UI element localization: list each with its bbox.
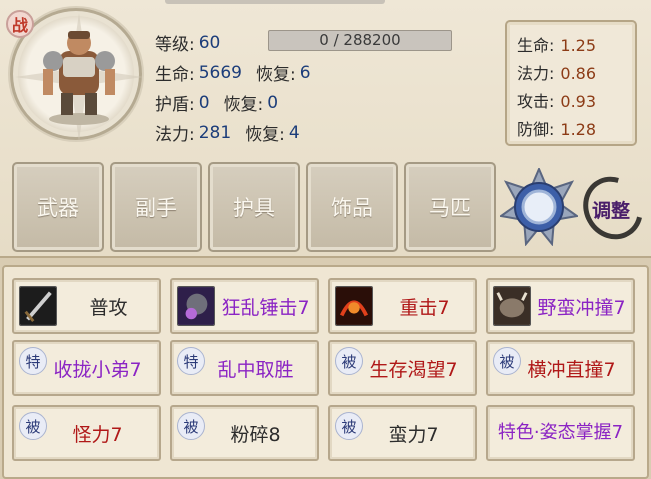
skill-name: 横冲直撞7 (527, 358, 616, 381)
shield-row: 护盾: 0 恢复: 0 (155, 90, 292, 116)
bonus-hp: 生命: 1.25 (517, 32, 596, 56)
top-strip (165, 0, 385, 4)
skill-slot-will-to-survive[interactable]: 被 生存渴望7 (328, 340, 477, 396)
skill-slot-frenzy-hammer[interactable]: 狂乱锤击7 (170, 278, 319, 334)
adjust-button[interactable]: 调整 (571, 165, 651, 251)
bonus-defense-value: 1.28 (560, 120, 597, 139)
medal-icon[interactable] (500, 168, 578, 246)
skill-slot-monstrous-strength[interactable]: 被 怪力7 (12, 405, 161, 461)
hp-value: 5669 (198, 62, 242, 83)
skill-name: 特色·姿态掌握7 (497, 422, 624, 443)
bonus-mp: 法力: 0.86 (517, 60, 596, 84)
bonus-hp-value: 1.25 (560, 36, 597, 55)
mp-regen-value: 4 (288, 122, 300, 143)
skill-name: 生存渴望7 (369, 358, 458, 381)
heavy-strike-icon (335, 286, 373, 326)
skill-slot-gather-minions[interactable]: 特 收拢小弟7 (12, 340, 161, 396)
bonus-mp-label: 法力: (517, 64, 555, 83)
bonus-defense-label: 防御: (517, 120, 555, 139)
skill-name: 乱中取胜 (217, 358, 294, 381)
shield-label: 护盾: (155, 95, 195, 115)
boar-icon (493, 286, 531, 326)
exp-text: 0 / 288200 (319, 31, 401, 49)
equip-armor-button[interactable]: 护具 (208, 162, 300, 252)
skill-name: 收拢小弟7 (53, 358, 142, 381)
bonus-mp-value: 0.86 (560, 64, 597, 83)
skill-panel: 普攻 狂乱锤击7 重击7 野蛮冲撞7 特 收拢小弟7 特 乱中取胜 被 生存渴望… (2, 265, 649, 479)
portrait-frame-icon (15, 13, 143, 141)
level-row: 等级: 60 (155, 30, 234, 56)
skill-name: 野蛮冲撞7 (537, 296, 626, 319)
war-badge: 战 (6, 10, 34, 38)
level-label: 等级: (155, 35, 195, 55)
sword-icon (19, 286, 57, 326)
hp-regen-value: 6 (299, 62, 311, 83)
equip-offhand-button[interactable]: 副手 (110, 162, 202, 252)
mp-value: 281 (198, 122, 232, 143)
skill-slot-rampage[interactable]: 被 横冲直撞7 (486, 340, 635, 396)
skill-name: 蛮力7 (388, 423, 439, 446)
skill-slot-shatter[interactable]: 被 粉碎8 (170, 405, 319, 461)
skill-slot-heavy-strike[interactable]: 重击7 (328, 278, 477, 334)
skill-name: 狂乱锤击7 (221, 296, 310, 319)
skill-slot-win-in-chaos[interactable]: 特 乱中取胜 (170, 340, 319, 396)
character-panel: 战 等级: 60 0 / 288200 生命: 5669 恢复: 6 护盾: 0… (0, 0, 651, 258)
equip-weapon-button[interactable]: 武器 (12, 162, 104, 252)
hp-row: 生命: 5669 恢复: 6 (155, 60, 325, 86)
bonus-attack-label: 攻击: (517, 92, 555, 111)
skill-slot-stance-mastery[interactable]: 特色·姿态掌握7 (486, 405, 635, 461)
hp-label: 生命: (155, 65, 195, 85)
skill-name: 怪力7 (72, 423, 123, 446)
skill-name: 粉碎8 (230, 423, 281, 446)
skill-slot-normal-attack[interactable]: 普攻 (12, 278, 161, 334)
bonus-hp-label: 生命: (517, 36, 555, 55)
hammer-icon (177, 286, 215, 326)
skill-slot-brute-force[interactable]: 被 蛮力7 (328, 405, 477, 461)
mp-row: 法力: 281 恢复: 4 (155, 120, 314, 146)
skill-name: 普攻 (89, 296, 128, 319)
bonus-box: 生命: 1.25 法力: 0.86 攻击: 0.93 防御: 1.28 (505, 20, 637, 146)
shield-regen-value: 0 (267, 92, 279, 113)
bonus-defense: 防御: 1.28 (517, 116, 596, 140)
exp-bar: 0 / 288200 (268, 30, 452, 51)
equip-horse-button[interactable]: 马匹 (404, 162, 496, 252)
shield-value: 0 (198, 92, 210, 113)
shield-regen-label: 恢复: (223, 95, 264, 115)
level-value: 60 (198, 32, 221, 53)
equip-accessory-button[interactable]: 饰品 (306, 162, 398, 252)
skill-name: 重击7 (399, 296, 450, 319)
mp-regen-label: 恢复: (245, 125, 285, 145)
bonus-attack: 攻击: 0.93 (517, 88, 596, 112)
bonus-attack-value: 0.93 (560, 92, 597, 111)
skill-slot-savage-charge[interactable]: 野蛮冲撞7 (486, 278, 635, 334)
adjust-label: 调整 (591, 199, 630, 222)
mp-label: 法力: (155, 125, 195, 145)
hp-regen-label: 恢复: (256, 65, 296, 85)
